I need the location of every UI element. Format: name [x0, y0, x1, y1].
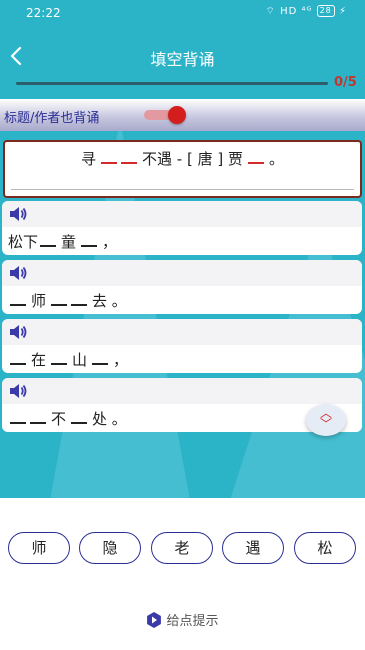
verse-text: 童: [61, 233, 77, 251]
page-title: 填空背诵: [150, 50, 215, 69]
verse-card-header: [2, 260, 362, 286]
hint-icon: [147, 612, 162, 628]
battery-icon: 28: [316, 5, 335, 17]
verse-line: 师 去 。: [8, 290, 130, 311]
verse-text: ，: [102, 233, 118, 251]
speaker-icon[interactable]: [8, 382, 28, 400]
blank-slot[interactable]: [71, 408, 88, 424]
blank-slot[interactable]: [81, 231, 98, 247]
title-text: 寻: [81, 150, 97, 168]
blank-slot[interactable]: [51, 290, 68, 306]
verse-text: ，: [113, 351, 129, 369]
charging-icon: ⚡: [338, 6, 347, 17]
verse-card-header: [2, 201, 362, 227]
verse-card-header: [2, 378, 362, 404]
speaker-icon[interactable]: [8, 323, 28, 341]
verse-text: 山: [72, 351, 88, 369]
title-text: 。: [268, 150, 284, 168]
poem-title-box: 寻 不遇 - [ 唐 ] 贾 。: [3, 140, 362, 198]
choice-button[interactable]: 松: [294, 532, 356, 564]
verse-text: 处 。: [92, 410, 127, 428]
title-text: 不遇 - [ 唐 ] 贾: [142, 150, 243, 168]
recite-title-toggle[interactable]: [144, 106, 188, 124]
divider: [11, 189, 354, 190]
blank-slot[interactable]: [121, 148, 138, 164]
status-bar: 22:22 ⌔ HD ⁴ᴳ 28 ⚡: [0, 0, 365, 26]
speaker-icon[interactable]: [8, 264, 28, 282]
toggle-knob: [168, 106, 186, 124]
poem-title-line: 寻 不遇 - [ 唐 ] 贾 。: [5, 148, 360, 169]
verse-card: 松下 童 ，: [2, 201, 362, 255]
choice-button[interactable]: 隐: [79, 532, 141, 564]
blank-slot[interactable]: [10, 349, 26, 365]
hint-label: 给点提示: [166, 614, 219, 629]
blank-slot[interactable]: [247, 148, 264, 164]
verse-line: 松下 童 ，: [8, 231, 120, 252]
verse-card: 在 山 ，: [2, 319, 362, 373]
blank-slot[interactable]: [71, 290, 88, 306]
blank-slot[interactable]: [92, 349, 109, 365]
verse-card: 师 去 。: [2, 260, 362, 314]
verse-text: 不: [51, 410, 67, 428]
signal-icons: ⌔ HD ⁴ᴳ: [265, 6, 313, 17]
blank-slot[interactable]: [101, 148, 118, 164]
blank-slot[interactable]: [40, 231, 57, 247]
progress-bar: [16, 82, 328, 85]
choice-button[interactable]: 老: [151, 532, 213, 564]
blank-slot[interactable]: [10, 290, 26, 306]
verse-card-header: [2, 319, 362, 345]
verse-line: 在 山 ，: [8, 349, 131, 370]
status-icons: ⌔ HD ⁴ᴳ 28 ⚡: [266, 5, 347, 18]
choice-button[interactable]: 遇: [222, 532, 284, 564]
scroll-toggle-button[interactable]: ︿ ﹀: [306, 404, 346, 436]
verse-text: 去 。: [92, 292, 127, 310]
speaker-icon[interactable]: [8, 205, 28, 223]
blank-slot[interactable]: [10, 408, 26, 424]
status-time: 22:22: [26, 6, 61, 20]
choice-button[interactable]: 师: [8, 532, 70, 564]
blank-slot[interactable]: [51, 349, 68, 365]
verse-text: 师: [31, 292, 47, 310]
chevron-down-icon: ﹀: [319, 417, 332, 431]
blank-slot[interactable]: [30, 408, 46, 424]
verse-line: 不 处 。: [8, 408, 130, 429]
hint-button[interactable]: 给点提示: [0, 610, 365, 629]
progress-text: 0/5: [334, 75, 357, 90]
recite-title-author-label: 标题/作者也背诵: [4, 111, 100, 126]
verse-text: 松下: [8, 233, 39, 251]
verse-text: 在: [31, 351, 47, 369]
